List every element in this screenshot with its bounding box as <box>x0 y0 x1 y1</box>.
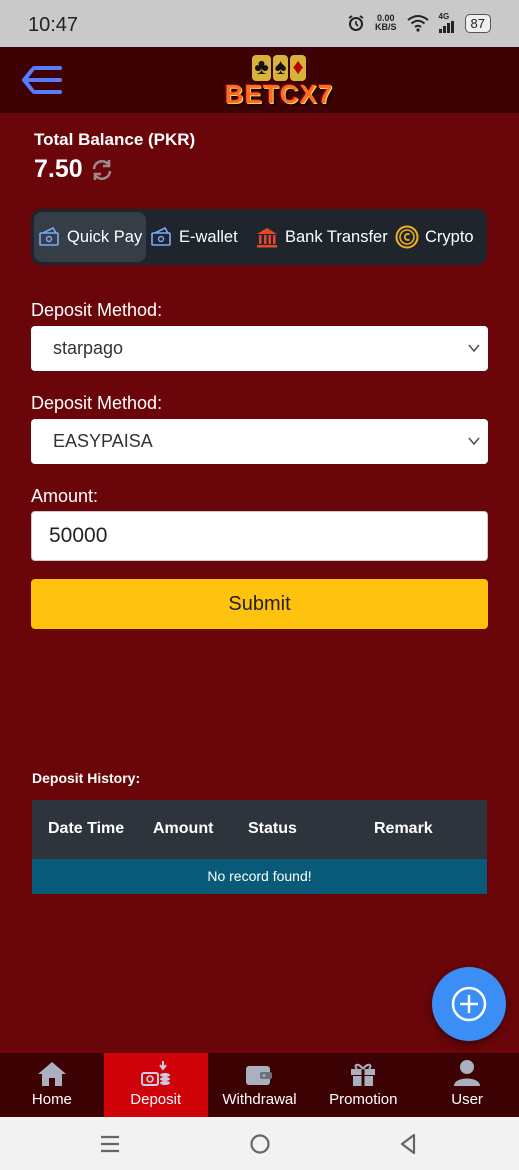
nav-deposit[interactable]: Deposit <box>103 1053 208 1117</box>
app-header: ♣ ♠ ♦ BETCX7 <box>0 47 519 113</box>
column-status: Status <box>248 820 297 837</box>
amount-input[interactable]: 50000 <box>31 511 488 561</box>
menu-lines-icon <box>101 1135 119 1153</box>
card-icon <box>151 227 171 246</box>
balance-value: 7.50 <box>34 155 83 183</box>
menu-back-icon <box>22 66 62 94</box>
tab-crypto[interactable]: Crypto <box>390 212 480 262</box>
nav-home[interactable]: Home <box>0 1053 104 1117</box>
system-navigation-bar <box>0 1117 519 1170</box>
menu-button[interactable] <box>20 61 64 99</box>
chevron-down-icon <box>468 437 480 446</box>
amount-label: Amount: <box>31 486 99 506</box>
deposit-method-label: Deposit Method: <box>31 300 163 320</box>
deposit-method-select[interactable]: starpago <box>31 326 488 371</box>
wallet-icon <box>246 1066 273 1085</box>
column-date-time: Date Time <box>48 820 125 837</box>
alarm-icon <box>348 15 364 31</box>
chevron-down-icon <box>468 344 480 353</box>
status-icons: 0.00 KB/S 4G 87 <box>347 13 491 33</box>
back-triangle-icon <box>400 1133 416 1155</box>
home-icon <box>37 1062 66 1086</box>
column-remark: Remark <box>374 820 433 837</box>
card-icon <box>39 227 59 246</box>
status-bar: 10:47 0.00 KB/S 4G 87 <box>0 0 519 47</box>
nav-label: Deposit <box>130 1091 182 1108</box>
submit-button[interactable]: Submit <box>31 579 488 629</box>
tab-label: Crypto <box>425 227 474 246</box>
nav-user[interactable]: User <box>415 1053 519 1117</box>
coin-icon <box>395 225 419 249</box>
user-icon <box>454 1060 481 1086</box>
battery-indicator: 87 <box>464 13 491 33</box>
back-system-button[interactable] <box>396 1131 422 1157</box>
gift-icon <box>351 1063 376 1086</box>
nav-label: Home <box>31 1091 72 1108</box>
tab-bank-transfer[interactable]: Bank Transfer <box>250 212 390 262</box>
deposit-history-table: Date Time Amount Status Remark No record… <box>32 800 487 894</box>
signal-icon <box>438 21 454 33</box>
bottom-navigation: Home Deposit Withdrawal Promotion User <box>0 1053 519 1117</box>
tab-label: Bank Transfer <box>285 227 388 246</box>
tab-quick-pay[interactable]: Quick Pay <box>34 212 146 262</box>
add-fab-button[interactable] <box>432 967 506 1041</box>
deposit-history-title: Deposit History: <box>32 770 141 786</box>
cellular-signal: 4G <box>438 13 455 33</box>
nav-promotion[interactable]: Promotion <box>311 1053 415 1117</box>
nav-label: Withdrawal <box>222 1091 297 1108</box>
column-amount: Amount <box>153 820 214 837</box>
payment-type-tabs: Quick Pay E-wallet Bank Transfer Crypto <box>31 209 487 265</box>
balance-label: Total Balance (PKR) <box>34 130 196 149</box>
nav-label: User <box>451 1091 483 1108</box>
select-value: starpago <box>53 338 124 358</box>
table-header: Date Time Amount Status Remark <box>32 800 487 859</box>
plus-circle-icon <box>451 986 487 1022</box>
deposit-channel-label: Deposit Method: <box>31 393 163 413</box>
status-time: 10:47 <box>28 14 79 36</box>
refresh-icon[interactable] <box>90 158 114 182</box>
bank-icon <box>257 228 277 248</box>
deposit-icon <box>140 1061 170 1086</box>
tab-label: Quick Pay <box>67 227 143 246</box>
circle-icon <box>250 1134 270 1154</box>
logo-text: BETCX7 <box>224 79 334 109</box>
select-value: EASYPAISA <box>53 431 153 451</box>
amount-value: 50000 <box>49 524 108 547</box>
table-empty-row: No record found! <box>32 859 487 894</box>
recent-apps-button[interactable] <box>97 1131 123 1157</box>
deposit-channel-select[interactable]: EASYPAISA <box>31 419 488 464</box>
home-system-button[interactable] <box>247 1131 273 1157</box>
nav-label: Promotion <box>329 1091 398 1108</box>
card-suits-icon: ♣ ♠ ♦ <box>252 54 306 81</box>
wifi-icon <box>406 15 429 32</box>
nav-withdrawal[interactable]: Withdrawal <box>208 1053 312 1117</box>
network-speed: 0.00 KB/S <box>375 13 397 32</box>
brand-logo: ♣ ♠ ♦ BETCX7 <box>214 53 344 110</box>
tab-e-wallet[interactable]: E-wallet <box>146 212 250 262</box>
tab-label: E-wallet <box>179 227 238 246</box>
